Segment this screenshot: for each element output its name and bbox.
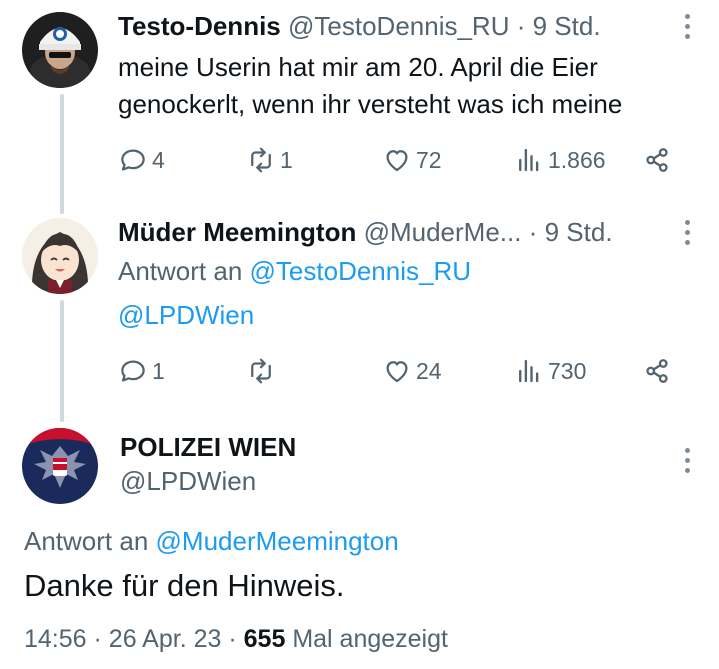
like-count: 72	[416, 146, 442, 173]
views-button[interactable]: 1.866	[514, 140, 606, 180]
author-handle[interactable]: @LPDWien	[120, 464, 296, 498]
tweet-time[interactable]: 9 Std.	[545, 217, 613, 247]
separator-dot: ·	[93, 625, 102, 653]
share-button[interactable]	[642, 351, 676, 391]
separator-dot: ·	[228, 625, 237, 653]
tweet-testo-dennis[interactable]: Testo-Dennis @TestoDennis_RU · 9 Std. me…	[0, 0, 719, 200]
author-name[interactable]: Testo-Dennis	[118, 11, 281, 41]
views-label: Mal angezeigt	[292, 625, 448, 653]
tweet-actions: 1 24 730	[118, 351, 678, 391]
reply-count: 4	[152, 146, 165, 173]
tweet-text-line: meine Userin hat mir am 20. April die Ei…	[118, 52, 598, 82]
tweet-mueder-meemington[interactable]: Müder Meemington @MuderMe... · 9 Std. An…	[0, 206, 719, 406]
reply-icon	[121, 360, 145, 382]
mention-link[interactable]: @LPDWien	[118, 300, 254, 330]
tweet-text-line: genockerlt, wenn ihr versteht was ich me…	[118, 89, 623, 119]
tweet-date[interactable]: 26 Apr. 23	[109, 625, 222, 653]
heart-icon	[386, 361, 408, 383]
like-count: 24	[416, 357, 442, 384]
retweet-button[interactable]: 1	[246, 140, 293, 180]
views-count: 655	[243, 625, 286, 653]
tweet-actions: 4 1 72 1.866	[118, 140, 678, 180]
author-handle[interactable]: @TestoDennis_RU	[288, 11, 509, 41]
views-count: 730	[548, 357, 587, 384]
retweet-count: 1	[280, 146, 293, 173]
reply-icon	[121, 149, 145, 171]
tweet-text: @LPDWien	[118, 297, 254, 334]
tweet-header: Müder Meemington @MuderMe... · 9 Std.	[118, 214, 613, 250]
main-tweet-text: Danke für den Hinweis.	[24, 568, 345, 603]
share-icon	[646, 148, 668, 172]
avatar[interactable]	[22, 12, 98, 88]
tweet-text: meine Userin hat mir am 20. April die Ei…	[118, 49, 622, 123]
views-button[interactable]: 730	[514, 351, 586, 391]
more-icon[interactable]	[683, 14, 691, 40]
author-name[interactable]: Müder Meemington	[118, 217, 356, 247]
tweet-time[interactable]: 9 Std.	[533, 11, 601, 41]
like-button[interactable]: 24	[382, 351, 442, 391]
separator-dot: ·	[528, 217, 538, 247]
more-icon[interactable]	[683, 448, 691, 474]
heart-icon	[386, 150, 408, 172]
views-icon	[519, 359, 539, 383]
retweet-icon	[251, 147, 271, 173]
views-icon	[519, 148, 539, 172]
author-name[interactable]: POLIZEI WIEN	[120, 430, 296, 464]
avatar[interactable]	[22, 428, 98, 504]
share-button[interactable]	[642, 140, 676, 180]
like-button[interactable]: 72	[382, 140, 442, 180]
avatar[interactable]	[22, 218, 98, 294]
retweet-button[interactable]	[246, 351, 280, 391]
retweet-icon	[251, 358, 271, 384]
tweet-meta: 14:56 · 26 Apr. 23 · 655 Mal angezeigt	[24, 622, 448, 656]
reply-button[interactable]: 1	[118, 351, 165, 391]
author-handle[interactable]: @MuderMe...	[364, 217, 522, 247]
more-icon[interactable]	[683, 220, 691, 246]
reply-context: Antwort an @MuderMeemington	[24, 524, 399, 558]
reply-context: Antwort an @TestoDennis_RU	[118, 253, 471, 290]
tweet-time[interactable]: 14:56	[24, 625, 87, 653]
reply-prefix: Antwort an	[24, 526, 149, 556]
reply-prefix: Antwort an	[118, 256, 243, 286]
main-tweet-author: POLIZEI WIEN @LPDWien	[120, 430, 296, 498]
separator-dot: ·	[516, 11, 526, 41]
views-count: 1.866	[548, 146, 606, 173]
reply-to-link[interactable]: @TestoDennis_RU	[250, 256, 471, 286]
reply-count: 1	[152, 357, 165, 384]
reply-button[interactable]: 4	[118, 140, 165, 180]
share-icon	[646, 359, 668, 383]
tweet-header: Testo-Dennis @TestoDennis_RU · 9 Std.	[118, 8, 601, 44]
reply-to-link[interactable]: @MuderMeemington	[156, 526, 399, 556]
